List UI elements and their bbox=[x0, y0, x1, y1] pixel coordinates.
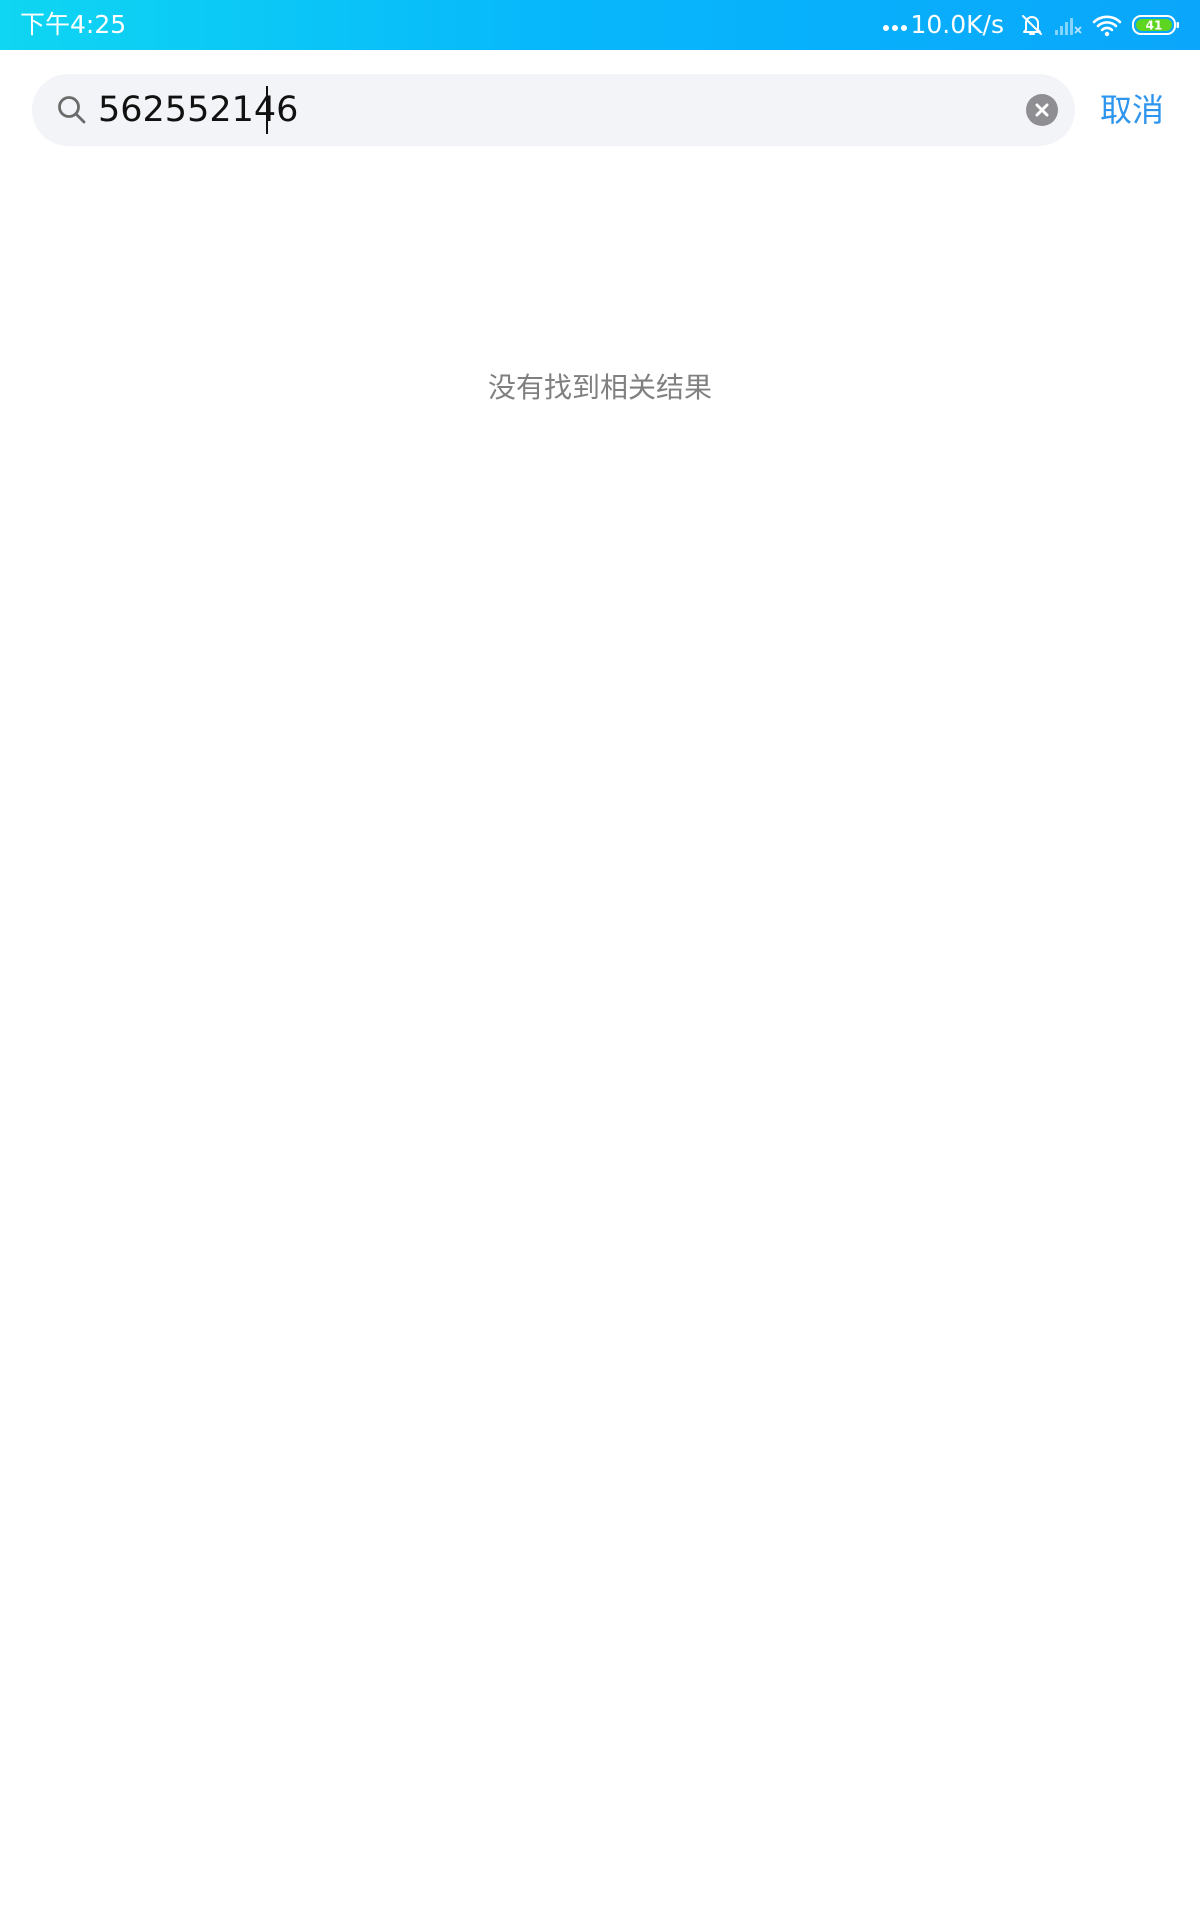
cancel-button[interactable]: 取消 bbox=[1100, 86, 1164, 134]
network-speed: 10.0K/s bbox=[910, 10, 1004, 39]
search-header: 562552146 取消 bbox=[0, 50, 1200, 170]
search-icon bbox=[58, 96, 86, 124]
battery-level: 41 bbox=[1146, 19, 1163, 33]
more-dots-icon bbox=[883, 25, 908, 31]
status-icons: 10.0K/s 41 bbox=[883, 11, 1180, 39]
search-input[interactable]: 562552146 bbox=[98, 86, 298, 134]
clear-icon[interactable] bbox=[1026, 94, 1058, 126]
battery-icon: 41 bbox=[1132, 14, 1180, 36]
status-bar: 下午4:25 10.0K/s 41 bbox=[0, 0, 1200, 50]
bell-muted-icon bbox=[1020, 13, 1044, 37]
text-cursor bbox=[266, 86, 268, 134]
empty-result-message: 没有找到相关结果 bbox=[487, 371, 712, 404]
search-box[interactable]: 562552146 bbox=[32, 74, 1075, 146]
wifi-icon bbox=[1092, 13, 1122, 37]
status-time: 下午4:25 bbox=[20, 10, 127, 39]
signal-icon bbox=[1054, 14, 1082, 36]
